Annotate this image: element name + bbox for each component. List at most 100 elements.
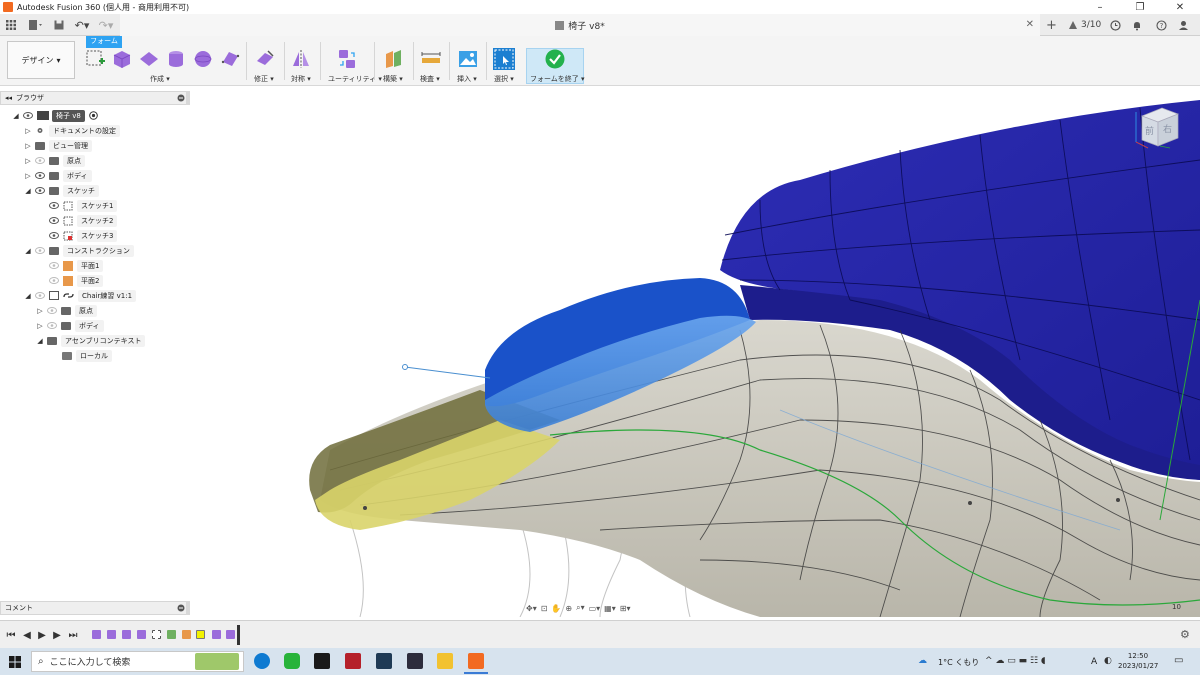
finish-form-check-icon[interactable] xyxy=(544,48,566,70)
tab-form[interactable]: フォーム xyxy=(86,36,122,46)
select-icon[interactable] xyxy=(493,48,515,70)
pan-icon[interactable]: ✋ xyxy=(551,604,561,613)
timeline-feature[interactable] xyxy=(107,630,116,639)
tree-item-plane1[interactable]: 平面1 xyxy=(49,259,104,272)
close-tab-icon[interactable]: ✕ xyxy=(1026,19,1034,30)
utilities-icon[interactable] xyxy=(336,48,358,70)
look-at-icon[interactable]: ⊡ xyxy=(541,604,548,613)
taskbar-clock[interactable]: 12:50 2023/01/27 xyxy=(1118,651,1158,671)
timeline-feature[interactable] xyxy=(92,630,101,639)
timeline-feature[interactable] xyxy=(137,630,146,639)
tree-item-plane2[interactable]: 平面2 xyxy=(49,274,104,287)
timeline-plane[interactable] xyxy=(182,630,191,639)
timeline-feature[interactable] xyxy=(212,630,221,639)
timeline-sketch[interactable] xyxy=(152,630,161,639)
tree-item-assembly-context[interactable]: ◢ アセンブリコンテキスト xyxy=(36,334,146,347)
restore-button[interactable]: ❐ xyxy=(1120,0,1160,14)
tree-item-sketch1[interactable]: スケッチ1 xyxy=(49,199,118,212)
timeline-prev-icon[interactable]: ◀ xyxy=(21,629,33,641)
close-button[interactable]: ✕ xyxy=(1160,0,1200,14)
notification-bell-icon[interactable] xyxy=(1132,17,1142,33)
viewcube[interactable]: 前 右 xyxy=(1134,102,1182,150)
tree-item-named-views[interactable]: ▷ ビュー管理 xyxy=(24,139,92,152)
expand-toggle-icon[interactable]: ◢ xyxy=(24,292,32,300)
insert-image-icon[interactable] xyxy=(457,48,479,70)
zoom-icon[interactable]: ⊕ xyxy=(565,604,572,613)
timeline-plane[interactable] xyxy=(167,630,176,639)
file-menu-icon[interactable] xyxy=(26,17,46,33)
group-select[interactable]: 選択 ▾ xyxy=(494,74,514,84)
tree-item-root[interactable]: ◢ 椅子 v8 xyxy=(12,109,98,122)
user-avatar-icon[interactable] xyxy=(1178,17,1189,33)
measure-icon[interactable] xyxy=(420,48,442,70)
viewports-icon[interactable]: ⊞▾ xyxy=(620,604,631,613)
tree-item-sketches[interactable]: ◢ スケッチ xyxy=(24,184,99,197)
orbit-icon[interactable]: ✥▾ xyxy=(526,604,537,613)
grid-settings-icon[interactable]: ▦▾ xyxy=(604,604,616,613)
jww-app-icon[interactable] xyxy=(314,653,330,669)
tree-item-linked-component[interactable]: ◢ Chair練習 v1:1 xyxy=(24,289,137,302)
create-form-sketch-icon[interactable] xyxy=(84,48,106,70)
fit-icon[interactable]: ⌕▾ xyxy=(576,603,585,613)
group-inspect[interactable]: 検査 ▾ xyxy=(420,74,440,84)
group-construct[interactable]: 構築 ▾ xyxy=(383,74,403,84)
new-tab-button[interactable]: + xyxy=(1046,17,1057,33)
expand-toggle-icon[interactable]: ▷ xyxy=(24,127,32,135)
app-grid-icon[interactable] xyxy=(4,17,18,33)
group-create[interactable]: 作成 ▾ xyxy=(150,74,170,84)
edit-form-icon[interactable] xyxy=(254,48,276,70)
group-symmetry[interactable]: 対称 ▾ xyxy=(291,74,311,84)
expand-toggle-icon[interactable]: ◢ xyxy=(24,187,32,195)
box-icon[interactable] xyxy=(111,48,133,70)
ime-indicator[interactable]: A xyxy=(1091,657,1097,667)
sphere-icon[interactable] xyxy=(192,48,214,70)
workspace-switcher[interactable]: デザイン ▾ xyxy=(7,41,75,79)
3d-viewport[interactable]: 前 右 xyxy=(190,87,1200,617)
redo-icon[interactable]: ↷▾ xyxy=(96,17,116,33)
weather-text[interactable]: 1°C くもり xyxy=(938,657,979,668)
group-insert[interactable]: 挿入 ▾ xyxy=(457,74,477,84)
collapse-panel-icon[interactable]: ◂◂ xyxy=(5,94,12,102)
display-settings-icon[interactable]: ▭▾ xyxy=(589,604,601,613)
tree-item-sketch2[interactable]: スケッチ2 xyxy=(49,214,118,227)
panel-pin-icon[interactable] xyxy=(177,94,185,104)
fusion-taskbar-icon[interactable] xyxy=(468,653,484,669)
expand-toggle-icon[interactable]: ◢ xyxy=(12,112,20,120)
edge-browser-icon[interactable] xyxy=(254,653,270,669)
manipulator-handle[interactable] xyxy=(402,364,408,370)
tree-item-sub-origin[interactable]: ▷ 原点 xyxy=(36,304,97,317)
tree-item-sub-bodies[interactable]: ▷ ボディ xyxy=(36,319,104,332)
expand-toggle-icon[interactable]: ▷ xyxy=(36,322,44,330)
timeline-feature[interactable] xyxy=(226,630,235,639)
symmetry-icon[interactable] xyxy=(290,48,312,70)
browser-panel-header[interactable]: ◂◂ ブラウザ xyxy=(0,91,190,105)
face-icon[interactable] xyxy=(219,48,241,70)
tray-icons[interactable]: ^ ☁ ▭ ▬ ☷ ◖ xyxy=(985,656,1046,666)
comment-add-icon[interactable] xyxy=(177,604,185,614)
timeline-start-icon[interactable]: ⏮ xyxy=(5,629,17,641)
save-icon[interactable] xyxy=(52,17,66,33)
group-modify[interactable]: 修正 ▾ xyxy=(254,74,274,84)
app-icon-arrow[interactable] xyxy=(407,653,423,669)
file-explorer-icon[interactable] xyxy=(437,653,453,669)
notification-center-icon[interactable]: ▭ xyxy=(1174,655,1183,666)
timeline-feature[interactable] xyxy=(122,630,131,639)
expand-toggle-icon[interactable]: ▷ xyxy=(24,157,32,165)
comment-panel-header[interactable]: コメント xyxy=(0,601,190,615)
plane-icon[interactable] xyxy=(138,48,160,70)
tree-item-document-settings[interactable]: ▷ ドキュメントの設定 xyxy=(24,124,120,137)
expand-toggle-icon[interactable]: ◢ xyxy=(24,247,32,255)
timeline-marker[interactable] xyxy=(237,625,240,645)
tree-item-origin[interactable]: ▷ 原点 xyxy=(24,154,85,167)
expand-toggle-icon[interactable]: ▷ xyxy=(36,307,44,315)
group-finish-form[interactable]: フォームを終了 ▾ xyxy=(530,74,585,84)
minimize-button[interactable]: – xyxy=(1080,0,1120,14)
chair-model-canvas[interactable] xyxy=(190,87,1200,617)
timeline-next-icon[interactable]: ▶ xyxy=(51,629,63,641)
cylinder-icon[interactable] xyxy=(165,48,187,70)
line-app-icon[interactable] xyxy=(284,653,300,669)
timeline-play-icon[interactable]: ▶ xyxy=(36,629,48,641)
construct-plane-icon[interactable] xyxy=(383,48,405,70)
timeline-end-icon[interactable]: ⏭ xyxy=(67,629,79,641)
windows-start-icon[interactable] xyxy=(9,656,21,671)
